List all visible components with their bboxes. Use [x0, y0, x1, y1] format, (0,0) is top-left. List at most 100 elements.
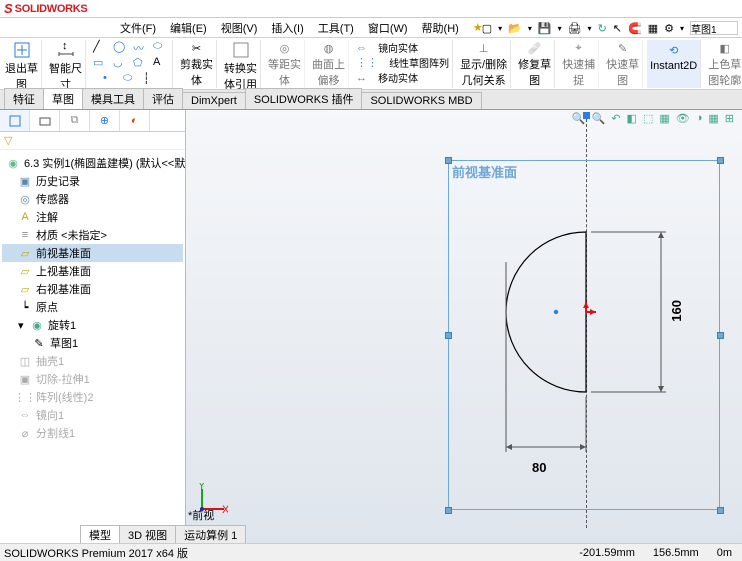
shaded-sketch-button[interactable]: ◧ 上色草图轮廓	[705, 40, 742, 88]
surface-offset-button[interactable]: ◍ 曲面上偏移	[309, 40, 349, 88]
mirror-entities-button[interactable]: ⇔ 镜向实体	[356, 40, 418, 55]
settings-icon[interactable]: ⚙	[664, 22, 674, 35]
spline-icon[interactable]: 〰	[133, 40, 149, 56]
new-icon[interactable]: ▢	[482, 22, 492, 35]
tab-dimxpert[interactable]: DimXpert	[182, 92, 246, 109]
tree-tab-dimxpert[interactable]: ⊕	[90, 110, 120, 131]
btab-model[interactable]: 模型	[80, 525, 120, 543]
move-entities-button[interactable]: ↔ 移动实体	[356, 70, 418, 85]
open-icon[interactable]: 📂	[508, 22, 522, 35]
menu-window[interactable]: 窗口(W)	[368, 20, 408, 36]
plane-handle[interactable]	[717, 507, 724, 514]
smart-dimension-button[interactable]: ↕ 智能尺寸	[46, 40, 86, 88]
tree-revolve1[interactable]: ▾◉旋转1	[2, 316, 183, 334]
circle-icon[interactable]: ◯	[113, 40, 129, 56]
instant2d-button[interactable]: ⟲ Instant2D	[647, 40, 701, 88]
zoom-area-icon[interactable]: 🔍	[592, 112, 606, 125]
tree-annot[interactable]: A注解	[2, 208, 183, 226]
axis-endpoint-top	[583, 112, 590, 119]
centerline-icon[interactable]: ┆	[143, 72, 159, 88]
appearance-icon[interactable]: ◑	[696, 112, 703, 125]
view-name: *前视	[188, 507, 214, 523]
rapid-sketch-button[interactable]: ✎ 快速草图	[603, 40, 643, 88]
line-icon[interactable]: ╱	[93, 40, 109, 56]
point-icon[interactable]: •	[103, 72, 119, 88]
scene-icon[interactable]: ▦	[708, 112, 718, 125]
tab-swaddins[interactable]: SOLIDWORKS 插件	[245, 88, 363, 109]
rect-icon[interactable]: ▭	[93, 56, 109, 72]
tree-sensors[interactable]: ◎传感器	[2, 190, 183, 208]
tree-material[interactable]: ≡材质 <未指定>	[2, 226, 183, 244]
tree-lpattern[interactable]: ⋮⋮阵列(线性)2	[2, 388, 183, 406]
btab-motion1[interactable]: 运动算例 1	[175, 525, 246, 543]
text-icon[interactable]: A	[153, 56, 169, 72]
menu-insert[interactable]: 插入(I)	[271, 20, 303, 36]
status-coord-y: 156.5mm	[653, 547, 699, 559]
tree-sketch1[interactable]: ✎草图1	[2, 334, 183, 352]
tree-split1[interactable]: ⌀分割线1	[2, 424, 183, 442]
menu-edit[interactable]: 编辑(E)	[170, 20, 207, 36]
tab-sketch[interactable]: 草图	[43, 88, 83, 109]
tree-tab-display[interactable]: ◐	[120, 110, 150, 131]
quick-snap-button[interactable]: ⌖ 快速捕捉	[559, 40, 599, 88]
plane-handle[interactable]	[717, 332, 724, 339]
hide-show-icon[interactable]: 👁	[676, 112, 690, 125]
tree-right-plane[interactable]: ▱右视基准面	[2, 280, 183, 298]
tree-top-plane[interactable]: ▱上视基准面	[2, 262, 183, 280]
tree-cutext1[interactable]: ▣切除-拉伸1	[2, 370, 183, 388]
graphics-viewport[interactable]: 🔍 🔍 ↶ ◧ ⬚ ▦ 👁 ◑ ▦ ⊞ 前视基准面	[186, 110, 742, 543]
svg-text:X: X	[222, 504, 228, 515]
filter-icon[interactable]: ▽	[4, 135, 12, 147]
repair-sketch-button[interactable]: 🩹 修复草图	[515, 40, 555, 88]
tree-tab-config[interactable]: ⧉	[60, 110, 90, 131]
prev-view-icon[interactable]: ↶	[611, 112, 620, 125]
tab-swmbd[interactable]: SOLIDWORKS MBD	[361, 92, 481, 109]
offset-entities-button[interactable]: ◎ 等距实体	[265, 40, 305, 88]
linear-pattern-button[interactable]: ⋮⋮ 线性草图阵列	[356, 55, 449, 70]
quick-access-toolbar: ▢▾ 📂▾ 💾▾ 🖨▾ ↻ ↖ 🧲 ▦ ⚙▾	[482, 18, 738, 38]
menu-tools[interactable]: 工具(T)	[318, 20, 354, 36]
slot-icon[interactable]: ⬭	[123, 72, 139, 88]
arrow-icon[interactable]: ↖	[613, 22, 622, 35]
plane-handle[interactable]	[445, 332, 452, 339]
tab-moldtools[interactable]: 模具工具	[82, 88, 144, 109]
tree-origin[interactable]: ┕原点	[2, 298, 183, 316]
tree-root[interactable]: ◉6.3 实例1(椭圆盖建模) (默认<<默认>_显	[2, 154, 183, 172]
display-relations-button[interactable]: ⊥ 显示/删除几何关系	[457, 40, 511, 88]
menu-file[interactable]: 文件(F)	[120, 20, 156, 36]
trim-button[interactable]: ✂ 剪裁实体	[177, 40, 217, 88]
tree-front-plane[interactable]: ▱前视基准面	[2, 244, 183, 262]
dimension-height[interactable]: 160	[669, 300, 684, 322]
save-icon[interactable]: 💾	[538, 22, 552, 35]
tab-features[interactable]: 特征	[4, 88, 44, 109]
tree-tab-feature[interactable]	[0, 110, 30, 131]
dimension-width[interactable]: 80	[532, 460, 546, 475]
status-bar: SOLIDWORKS Premium 2017 x64 版 -201.59mm …	[0, 543, 742, 561]
search-input[interactable]	[690, 21, 738, 35]
options-icon[interactable]: ▦	[648, 22, 658, 35]
polygon-icon[interactable]: ⬠	[133, 56, 149, 72]
convert-entities-button[interactable]: 转换实体引用	[221, 40, 261, 88]
menu-help[interactable]: 帮助(H)	[422, 20, 459, 36]
display-style-icon[interactable]: ▦	[659, 112, 669, 125]
section-icon[interactable]: ◧	[627, 112, 637, 125]
view-orient-icon[interactable]: ⬚	[643, 112, 653, 125]
magnet-icon[interactable]: 🧲	[628, 22, 642, 35]
svg-text:↕: ↕	[62, 40, 68, 52]
btab-3dview[interactable]: 3D 视图	[119, 525, 176, 543]
plane-handle[interactable]	[445, 157, 452, 164]
tree-mirror1[interactable]: ⇔镜向1	[2, 406, 183, 424]
exit-sketch-button[interactable]: 退出草图	[2, 40, 42, 88]
tree-history[interactable]: ▣历史记录	[2, 172, 183, 190]
menu-view[interactable]: 视图(V)	[221, 20, 258, 36]
print-icon[interactable]: 🖨	[568, 22, 582, 35]
arc-icon[interactable]: ◡	[113, 56, 129, 72]
tree-shell1[interactable]: ◫抽壳1	[2, 352, 183, 370]
plane-handle[interactable]	[445, 507, 452, 514]
plane-handle[interactable]	[717, 157, 724, 164]
rebuild-icon[interactable]: ↻	[598, 22, 607, 35]
ellipse-icon[interactable]: ⬭	[153, 40, 169, 56]
tab-evaluate[interactable]: 评估	[143, 88, 183, 109]
tree-tab-property[interactable]	[30, 110, 60, 131]
render-icon[interactable]: ⊞	[725, 112, 734, 125]
